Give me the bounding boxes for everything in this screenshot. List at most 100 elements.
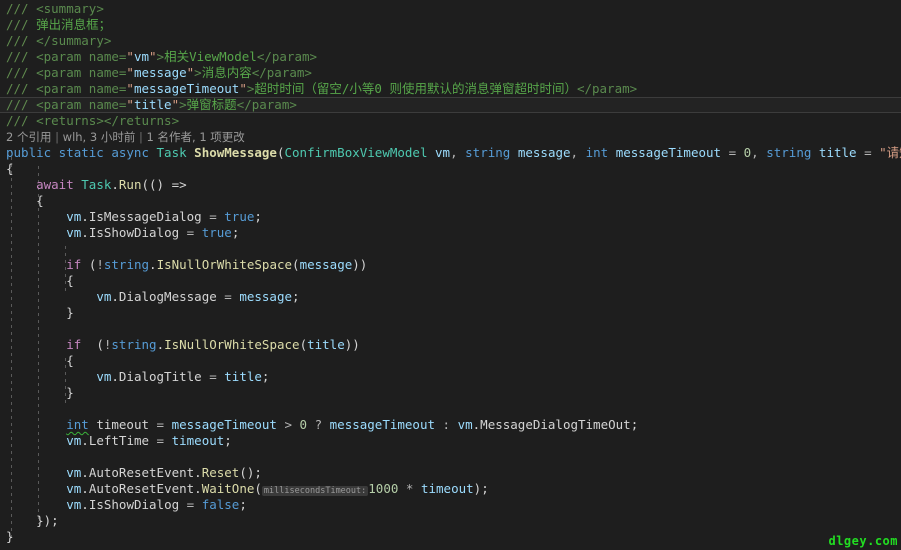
dot: . [81, 209, 89, 224]
code-line[interactable]: /// <summary> [0, 1, 901, 17]
code-line[interactable]: int timeout = messageTimeout > 0 ? messa… [0, 417, 901, 433]
semicolon: ; [630, 417, 639, 432]
task-type: Task [81, 177, 112, 192]
brace-open-if: { [66, 273, 74, 288]
doc-param-name: vm [133, 49, 150, 64]
codelens-changes[interactable]: 1 名作者, 1 项更改 [147, 130, 245, 144]
vm-var: vm [66, 481, 82, 496]
inline-parameter-hint[interactable]: millisecondsTimeout: [261, 486, 369, 496]
vm-var: vm [66, 465, 82, 480]
doc-param-desc: 相关ViewModel [164, 49, 257, 64]
doc-param-desc: 超时时间（留空/小等0 则使用默认的消息弹窗超时时间） [254, 81, 577, 96]
code-line-blank[interactable] [0, 401, 901, 417]
equals: = [149, 417, 172, 432]
codelens-references[interactable]: 2 个引用 [6, 130, 51, 144]
code-line[interactable]: vm.IsMessageDialog = true; [0, 209, 901, 225]
code-line[interactable]: }); [0, 513, 901, 529]
param-type: string [766, 145, 812, 160]
code-editor[interactable]: /// <summary> /// 弹出消息框； /// </summary> … [0, 0, 901, 550]
vm-var: vm [96, 369, 112, 384]
codelens-bar[interactable]: 2 个引用 | wlh, 3 小时前 | 1 名作者, 1 项更改 [0, 129, 901, 145]
code-line-blank[interactable] [0, 321, 901, 337]
not-operator: ! [96, 257, 104, 272]
ternary-colon: : [435, 417, 458, 432]
code-line[interactable]: /// 弹出消息框； [0, 17, 901, 33]
dot: . [111, 289, 119, 304]
doc-param-quote: " [126, 49, 134, 64]
code-line[interactable]: } [0, 385, 901, 401]
doc-summary-close: </summary> [36, 33, 112, 48]
doc-param-quote: " [126, 81, 134, 96]
code-line[interactable]: vm.AutoResetEvent.WaitOne(millisecondsTi… [0, 481, 901, 497]
param-name: message [517, 145, 571, 160]
equals: = [179, 497, 202, 512]
code-line[interactable]: /// <param name="messageTimeout">超时时间（留空… [0, 81, 901, 97]
paren-open: ( [254, 481, 262, 496]
dot: . [81, 481, 89, 496]
equals: = [149, 433, 172, 448]
doc-slashes: /// [6, 33, 37, 48]
code-line[interactable]: { [0, 273, 901, 289]
code-line-blank[interactable] [0, 449, 901, 465]
modifiers: public static async [6, 145, 149, 160]
code-line[interactable]: /// <returns></returns> [0, 113, 901, 129]
equals: = [856, 145, 880, 160]
semicolon: ; [239, 497, 247, 512]
code-line[interactable]: vm.IsShowDialog = true; [0, 225, 901, 241]
code-line[interactable]: if (!string.IsNullOrWhiteSpace(message)) [0, 257, 901, 273]
comma: , [751, 145, 767, 160]
code-line[interactable]: vm.LeftTime = timeout; [0, 433, 901, 449]
code-line[interactable]: vm.DialogMessage = message; [0, 289, 901, 305]
doc-slashes: /// [6, 97, 37, 112]
code-line[interactable]: if (!string.IsNullOrWhiteSpace(title)) [0, 337, 901, 353]
doc-param-open: <param name= [36, 65, 127, 80]
equals: = [201, 369, 225, 384]
dot: . [81, 497, 89, 512]
code-line[interactable]: { [0, 161, 901, 177]
code-line[interactable]: await Task.Run(() => [0, 177, 901, 193]
dot: . [149, 257, 157, 272]
message-arg: message [239, 289, 293, 304]
code-line[interactable]: /// <param name="message">消息内容</param> [0, 65, 901, 81]
codelens-separator: | [51, 130, 63, 144]
if-keyword: if [66, 257, 82, 272]
code-line[interactable]: vm.AutoResetEvent.Reset(); [0, 465, 901, 481]
code-line[interactable]: } [0, 529, 901, 545]
code-line[interactable]: vm.DialogTitle = title; [0, 369, 901, 385]
code-line[interactable]: vm.IsShowDialog = false; [0, 497, 901, 513]
method-signature-line[interactable]: public static async Task ShowMessage(Con… [0, 145, 901, 161]
prop: DialogMessage [118, 289, 217, 304]
brace-open-if: { [66, 353, 74, 368]
code-line[interactable]: { [0, 353, 901, 369]
code-line[interactable]: { [0, 193, 901, 209]
code-line-current[interactable]: /// <param name="title">弹窗标题</param> [0, 97, 901, 113]
comma: , [450, 145, 466, 160]
code-line[interactable]: /// </summary> [0, 33, 901, 49]
timeout-var: timeout [171, 433, 225, 448]
equals: = [179, 225, 202, 240]
equals: = [201, 209, 225, 224]
prop: IsShowDialog [88, 225, 180, 240]
codelens-author-change[interactable]: wlh, 3 小时前 [63, 130, 136, 144]
doc-param-open: <param name= [36, 97, 127, 112]
doc-param-quote: " [126, 65, 134, 80]
doc-slashes: /// [6, 113, 37, 128]
vm-var: vm [66, 225, 82, 240]
vm-var: vm [66, 497, 82, 512]
code-line[interactable]: /// <param name="vm">相关ViewModel</param> [0, 49, 901, 65]
code-line-blank[interactable] [0, 241, 901, 257]
code-line[interactable]: } [0, 305, 901, 321]
